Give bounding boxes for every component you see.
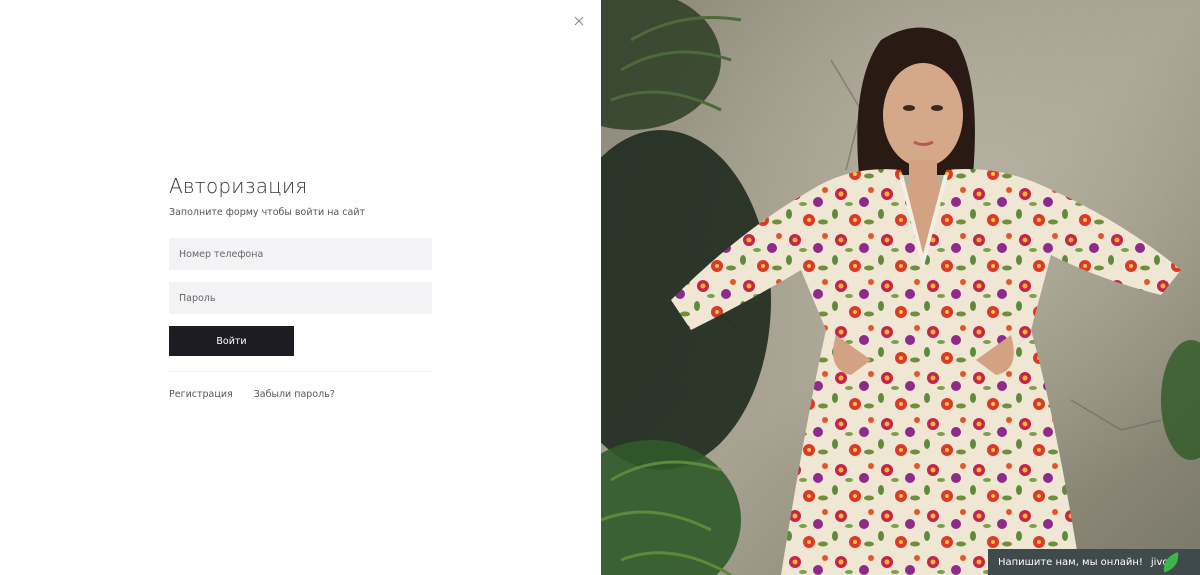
- divider: [169, 371, 432, 372]
- hero-image: [601, 0, 1200, 575]
- leaf-icon: [1163, 552, 1179, 572]
- register-link[interactable]: Регистрация: [169, 389, 233, 400]
- page-subtitle: Заполните форму чтобы войти на сайт: [169, 207, 366, 218]
- phone-input[interactable]: [169, 238, 432, 270]
- auth-panel: Авторизация Заполните форму чтобы войти …: [0, 0, 601, 575]
- login-button[interactable]: Войти: [169, 326, 294, 356]
- model-photo: [601, 0, 1200, 575]
- login-form: Авторизация Заполните форму чтобы войти …: [169, 172, 432, 400]
- page-title: Авторизация: [169, 174, 308, 198]
- close-button[interactable]: [572, 14, 586, 28]
- close-icon: [574, 16, 584, 26]
- forgot-password-link[interactable]: Забыли пароль?: [254, 389, 335, 400]
- chat-widget[interactable]: Напишите нам, мы онлайн! jivo: [988, 549, 1200, 575]
- auth-links: Регистрация Забыли пароль?: [169, 389, 335, 400]
- password-input[interactable]: [169, 282, 432, 314]
- chat-label: Напишите нам, мы онлайн!: [998, 556, 1143, 568]
